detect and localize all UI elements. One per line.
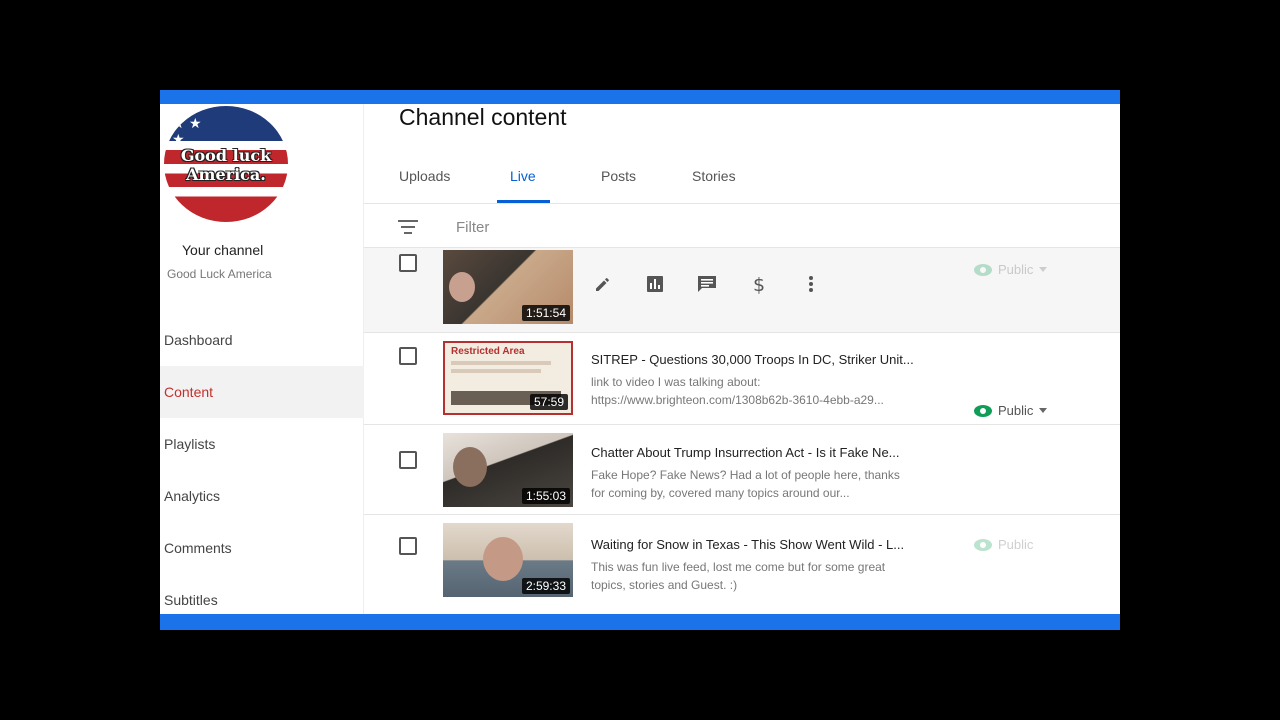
visibility-label: Public — [998, 262, 1034, 277]
sidebar-item-dashboard[interactable]: Dashboard — [160, 314, 364, 366]
video-duration: 57:59 — [529, 394, 568, 410]
page-title: Channel content — [399, 104, 567, 130]
tab-live[interactable]: Live — [510, 168, 536, 184]
main-content: Channel content Uploads Live Posts Stori… — [364, 104, 1120, 614]
video-description: topics, stories and Guest. :) — [591, 578, 738, 592]
row-checkbox[interactable] — [399, 254, 417, 272]
video-description: https://www.brighteon.com/1308b62b-3610-… — [591, 393, 884, 407]
channel-avatar[interactable]: ★ ★ ★ Good luck America. — [164, 106, 288, 222]
public-eye-icon — [974, 263, 992, 276]
monetization-dollar-icon[interactable]: $ — [747, 272, 771, 296]
row-checkbox[interactable] — [399, 451, 417, 469]
table-row[interactable]: 2:59:33 Waiting for Snow in Texas - This… — [364, 515, 1120, 614]
video-title[interactable]: SITREP - Questions 30,000 Troops In DC, … — [591, 352, 931, 367]
top-bar — [160, 90, 1120, 104]
filter-icon[interactable] — [398, 220, 418, 234]
tab-posts[interactable]: Posts — [601, 168, 636, 184]
sidebar-item-playlists[interactable]: Playlists — [160, 418, 364, 470]
filter-bar: Filter — [364, 204, 1120, 248]
row-checkbox[interactable] — [399, 347, 417, 365]
sidebar-item-analytics[interactable]: Analytics — [160, 470, 364, 522]
visibility-label: Public — [998, 537, 1034, 552]
channel-name: Good Luck America — [167, 267, 272, 281]
video-thumbnail[interactable]: 1:55:03 — [443, 433, 573, 507]
video-description: This was fun live feed, lost me come but… — [591, 560, 886, 574]
table-row[interactable]: 1:51:54 $ Public — [364, 248, 1120, 333]
video-description: for coming by, covered many topics aroun… — [591, 486, 850, 500]
video-thumbnail[interactable]: Restricted Area 57:59 — [443, 341, 573, 415]
chevron-down-icon — [1039, 267, 1048, 272]
video-thumbnail[interactable]: 2:59:33 — [443, 523, 573, 597]
video-thumbnail[interactable]: 1:51:54 — [443, 250, 573, 324]
thumbnail-person — [483, 537, 523, 581]
your-channel-label[interactable]: Your channel — [182, 242, 263, 258]
visibility-label: Public — [998, 403, 1034, 418]
analytics-icon[interactable] — [643, 272, 667, 296]
thumbnail-caption: Restricted Area — [451, 346, 525, 357]
edit-pencil-icon[interactable] — [591, 272, 615, 296]
video-duration: 1:51:54 — [521, 305, 570, 321]
public-eye-icon — [974, 538, 992, 551]
visibility-dropdown[interactable]: Public — [974, 537, 1033, 552]
video-description: Fake Hope? Fake News? Had a lot of peopl… — [591, 468, 900, 482]
video-duration: 1:55:03 — [521, 488, 570, 504]
video-duration: 2:59:33 — [521, 578, 570, 594]
table-row[interactable]: Restricted Area 57:59 SITREP - Questions… — [364, 333, 1120, 425]
tab-stories[interactable]: Stories — [692, 168, 736, 184]
public-eye-icon — [974, 404, 992, 417]
sidebar-item-comments[interactable]: Comments — [160, 522, 364, 574]
tab-bar: Uploads Live Posts Stories — [364, 154, 1120, 204]
flag-stars: ★ ★ ★ — [172, 116, 202, 148]
avatar-logo-text: Good luck America. — [180, 146, 272, 184]
row-actions: $ — [591, 272, 823, 296]
thumbnail-person — [453, 447, 487, 487]
video-title[interactable]: Waiting for Snow in Texas - This Show We… — [591, 537, 931, 552]
thumbnail-person — [449, 272, 475, 302]
active-tab-indicator — [497, 200, 550, 203]
sidebar-item-content[interactable]: Content — [160, 366, 364, 418]
visibility-dropdown[interactable]: Public — [974, 403, 1048, 418]
svg-text:$: $ — [753, 274, 765, 295]
bottom-bar — [160, 614, 1120, 630]
app-window: ★ ★ ★ Good luck America. Your channel Goo… — [160, 90, 1120, 630]
video-description: link to video I was talking about: — [591, 375, 761, 389]
thumbnail-text-line — [451, 369, 541, 373]
video-title[interactable]: Chatter About Trump Insurrection Act - I… — [591, 445, 931, 460]
sidebar: ★ ★ ★ Good luck America. Your channel Goo… — [160, 104, 364, 614]
thumbnail-text-line — [451, 361, 551, 365]
filter-input[interactable]: Filter — [456, 219, 489, 236]
comments-icon[interactable] — [695, 272, 719, 296]
row-checkbox[interactable] — [399, 537, 417, 555]
chevron-down-icon — [1039, 408, 1048, 413]
more-options-icon[interactable] — [799, 272, 823, 296]
tab-uploads[interactable]: Uploads — [399, 168, 450, 184]
visibility-dropdown[interactable]: Public — [974, 262, 1048, 277]
table-row[interactable]: 1:55:03 Chatter About Trump Insurrection… — [364, 425, 1120, 515]
